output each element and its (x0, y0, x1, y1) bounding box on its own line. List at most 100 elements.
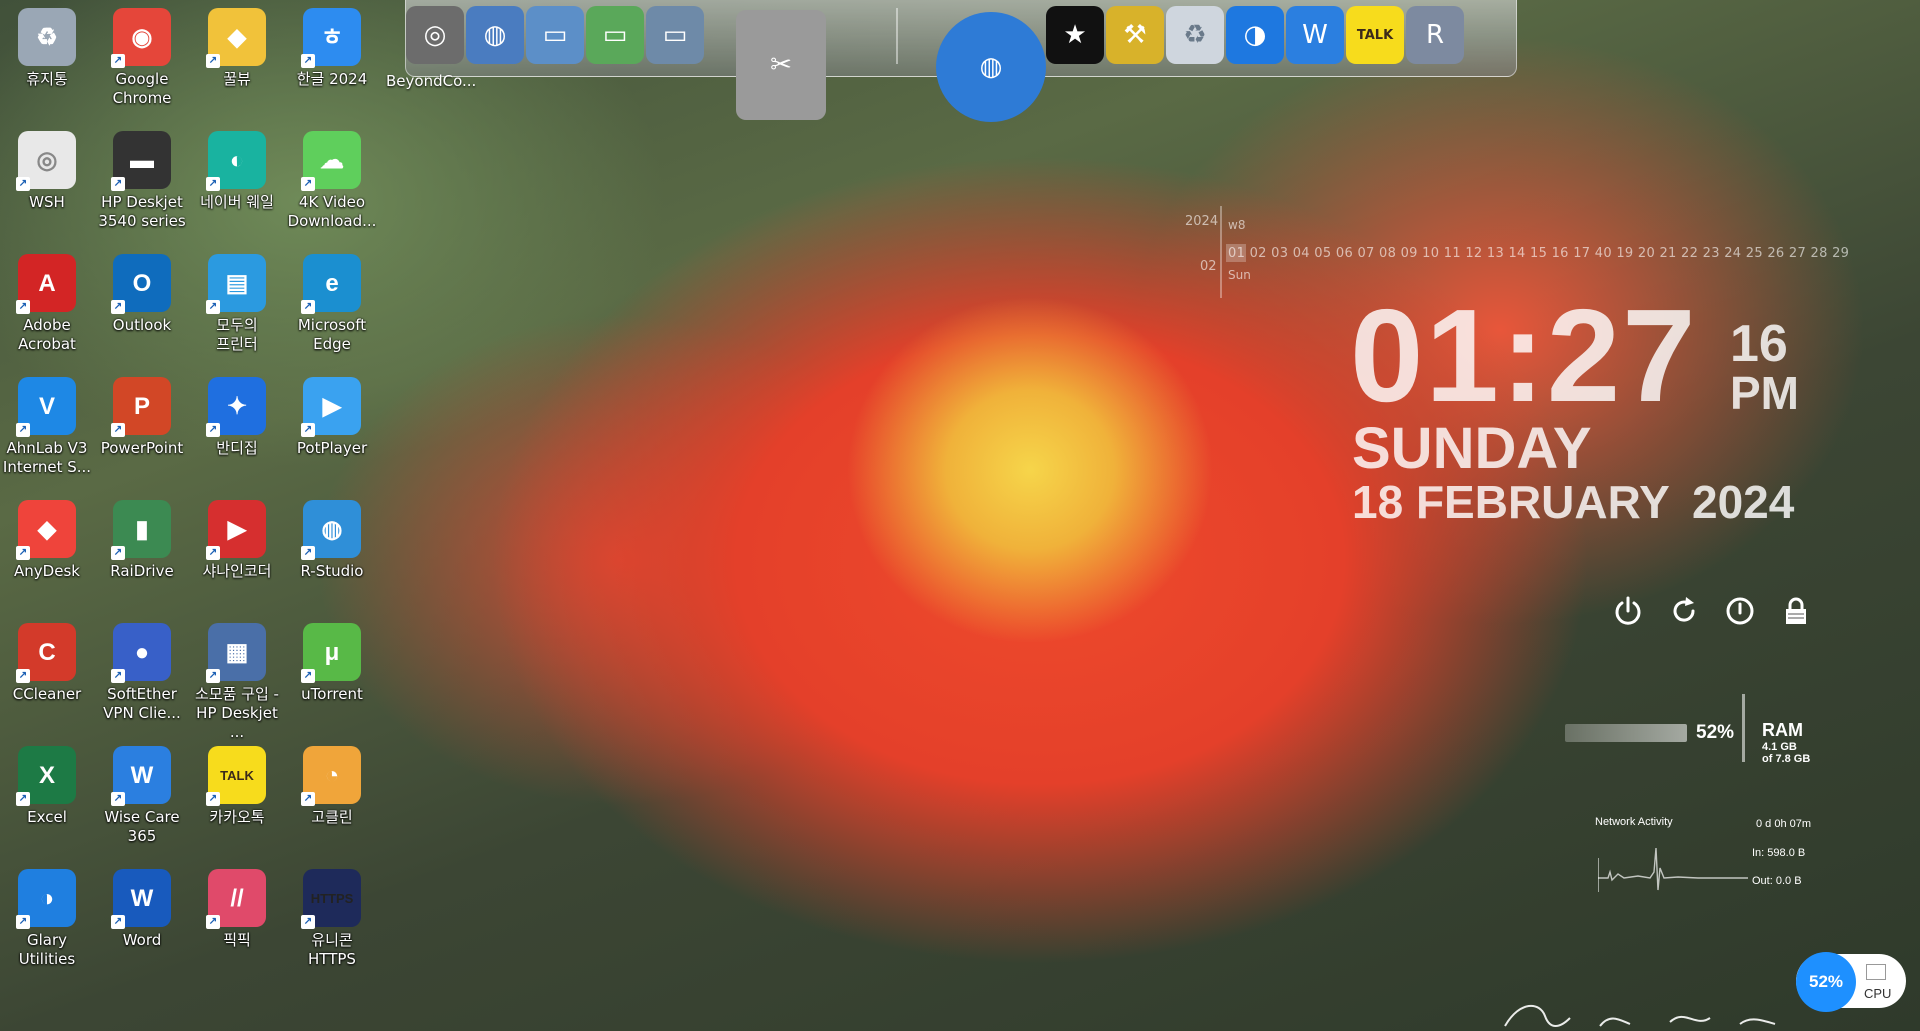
glary-moon-icon[interactable]: ◑ (1226, 6, 1284, 64)
desktop-icon[interactable]: P ↗ PowerPoint (97, 369, 187, 458)
restart-icon[interactable] (1667, 594, 1701, 628)
desktop-icon[interactable]: ▬ ↗ HP Deskjet 3540 series (97, 123, 187, 231)
desktop-icon[interactable]: ◉ ↗ Google Chrome (97, 0, 187, 108)
desktop-icon[interactable]: ▮ ↗ RaiDrive (97, 492, 187, 581)
shortcut-arrow-icon: ↗ (16, 423, 30, 437)
desktop-icon[interactable]: //↗ 픽픽 (192, 861, 282, 950)
desktop-icon-label: Excel (27, 808, 67, 826)
app-icon: ▶ ↗ (206, 500, 266, 560)
shortcut-arrow-icon: ↗ (111, 423, 125, 437)
pictures-folder-icon[interactable]: ▭ (646, 6, 704, 64)
desktop-icon-label: PowerPoint (100, 439, 184, 457)
desktop-icon[interactable]: HTTPS ↗ 유니콘 HTTPS (287, 861, 377, 969)
shortcut-arrow-icon: ↗ (206, 423, 220, 437)
cpu-percent: 52% (1796, 952, 1856, 1012)
desktop-icon[interactable]: ▦ ↗ 소모품 구입 - HP Deskjet ... (192, 615, 282, 742)
desktop-icon[interactable]: ◑ ↗ Glary Utilities (2, 861, 92, 969)
app-icon: ㅎ ↗ (301, 8, 361, 68)
desktop-icon[interactable]: ◔ ↗ 고클린 (287, 738, 377, 827)
desktop-icon[interactable]: W ↗ Word (97, 861, 187, 950)
dock-item-caption: BeyondCo... (386, 72, 477, 90)
cpu-monitor-icon (1866, 964, 1886, 980)
desktop-icon[interactable]: ◍ ↗ R-Studio (287, 492, 377, 581)
ram-percent: 52% (1696, 722, 1735, 743)
desktop-icon[interactable]: ▶ ↗ PotPlayer (287, 369, 377, 458)
shortcut-arrow-icon: ↗ (206, 300, 220, 314)
desktop-icon-label: 네이버 웨일 (200, 193, 274, 211)
shortcut-arrow-icon: ↗ (301, 177, 315, 191)
app-icon: ♻ (18, 8, 76, 66)
disc-burner-icon[interactable]: ◎ (406, 6, 464, 64)
shortcut-arrow-icon: ↗ (111, 177, 125, 191)
desktop-icon-label: Adobe Acrobat (18, 316, 76, 353)
ram-divider (1742, 694, 1745, 762)
desktop-icon[interactable]: ◐ ↗ 네이버 웨일 (192, 123, 282, 212)
wise-care-icon[interactable]: W (1286, 6, 1344, 64)
r-studio-icon[interactable]: R (1406, 6, 1464, 64)
shutdown-icon[interactable] (1723, 594, 1757, 628)
hammer-tools-icon[interactable]: ⚒ (1106, 6, 1164, 64)
shortcut-arrow-icon: ↗ (16, 300, 30, 314)
desktop-icon-label: 샤나인코더 (202, 562, 272, 580)
desktop-icon-label: AhnLab V3 Internet S... (2, 439, 92, 476)
desktop-icon[interactable]: ▤ ↗ 모두의 프린터 (192, 246, 282, 354)
signature-decoration (1504, 1004, 1776, 1027)
app-icon: W ↗ (111, 746, 171, 806)
desktop-icon-label: HP Deskjet 3540 series (98, 193, 186, 230)
recycle-bin-icon[interactable]: ♻ (1166, 6, 1224, 64)
desktop-icon-label: 고클린 (311, 808, 353, 826)
lock-icon[interactable] (1779, 594, 1813, 628)
calendar-year: 2024 (1185, 214, 1219, 229)
shortcut-arrow-icon: ↗ (16, 669, 30, 683)
app-icon: ▬ ↗ (111, 131, 171, 191)
desktop-icon[interactable]: TALK ↗ 카카오톡 (192, 738, 282, 827)
utilities-tools-icon[interactable]: ✂ (736, 10, 826, 120)
desktop-icon-label: uTorrent (301, 685, 363, 703)
desktop-icon[interactable]: μ ↗ uTorrent (287, 615, 377, 704)
desktop-icon[interactable]: C ↗ CCleaner (2, 615, 92, 704)
desktop-icon[interactable]: O ↗ Outlook (97, 246, 187, 335)
desktop-icon[interactable]: ☁ ↗ 4K Video Download... (287, 123, 377, 231)
desktop-icon[interactable]: ◎ ↗ WSH (2, 123, 92, 212)
desktop-icon[interactable]: ♻ 휴지통 (2, 0, 92, 89)
app-icon: W ↗ (111, 869, 171, 929)
tshirt-icon[interactable]: ★ (1046, 6, 1104, 64)
shortcut-arrow-icon: ↗ (206, 792, 220, 806)
shortcut-arrow-icon: ↗ (16, 177, 30, 191)
desktop-icon[interactable]: ◆ ↗ 꿀뷰 (192, 0, 282, 89)
power-icon[interactable] (1611, 594, 1645, 628)
desktop-icon[interactable]: e ↗ Microsoft Edge (287, 246, 377, 354)
app-icon: ▶ ↗ (301, 377, 361, 437)
app-icon: X ↗ (16, 746, 76, 806)
desktop-icon[interactable]: A ↗ Adobe Acrobat (2, 246, 92, 354)
cpu-widget[interactable]: 52% CPU (1796, 952, 1906, 1012)
network-title: Network Activity (1595, 816, 1673, 828)
network-globe-icon[interactable]: ◍ (466, 6, 524, 64)
desktop-icon[interactable]: ◆ ↗ AnyDesk (2, 492, 92, 581)
kakaotalk-icon[interactable]: TALK (1346, 6, 1404, 64)
desktop-icon[interactable]: ✦ ↗ 반디집 (192, 369, 282, 458)
app-icon: ▮ ↗ (111, 500, 171, 560)
app-icon: A ↗ (16, 254, 76, 314)
desktop-icon[interactable]: V ↗ AhnLab V3 Internet S... (2, 369, 92, 477)
desktop-icon[interactable]: W ↗ Wise Care 365 (97, 738, 187, 846)
globe-icon[interactable]: ◍ (936, 12, 1046, 122)
desktop-icon[interactable]: ㅎ ↗ 한글 2024 (287, 0, 377, 89)
clock-date: 18 FEBRUARY (1352, 476, 1670, 528)
shortcut-arrow-icon: ↗ (111, 915, 125, 929)
network-activity-graph (1598, 847, 1748, 892)
folder-icon[interactable]: ▭ (526, 6, 584, 64)
desktop-icon[interactable]: ▶ ↗ 샤나인코더 (192, 492, 282, 581)
desktop-icon-label: 카카오톡 (209, 808, 265, 826)
desktop-icon[interactable]: X ↗ Excel (2, 738, 92, 827)
desktop-icon[interactable]: ● ↗ SoftEther VPN Clie... (97, 615, 187, 723)
desktop-icon-label: 픽픽 (223, 931, 251, 949)
app-icon: O ↗ (111, 254, 171, 314)
shortcut-arrow-icon: ↗ (111, 546, 125, 560)
ram-title: RAM (1762, 720, 1803, 740)
desktop-icon-label: SoftEther VPN Clie... (103, 685, 181, 722)
shortcut-arrow-icon: ↗ (206, 177, 220, 191)
app-icon: ◉ ↗ (111, 8, 171, 68)
calendar-divider (1220, 206, 1222, 298)
green-folder-icon[interactable]: ▭ (586, 6, 644, 64)
